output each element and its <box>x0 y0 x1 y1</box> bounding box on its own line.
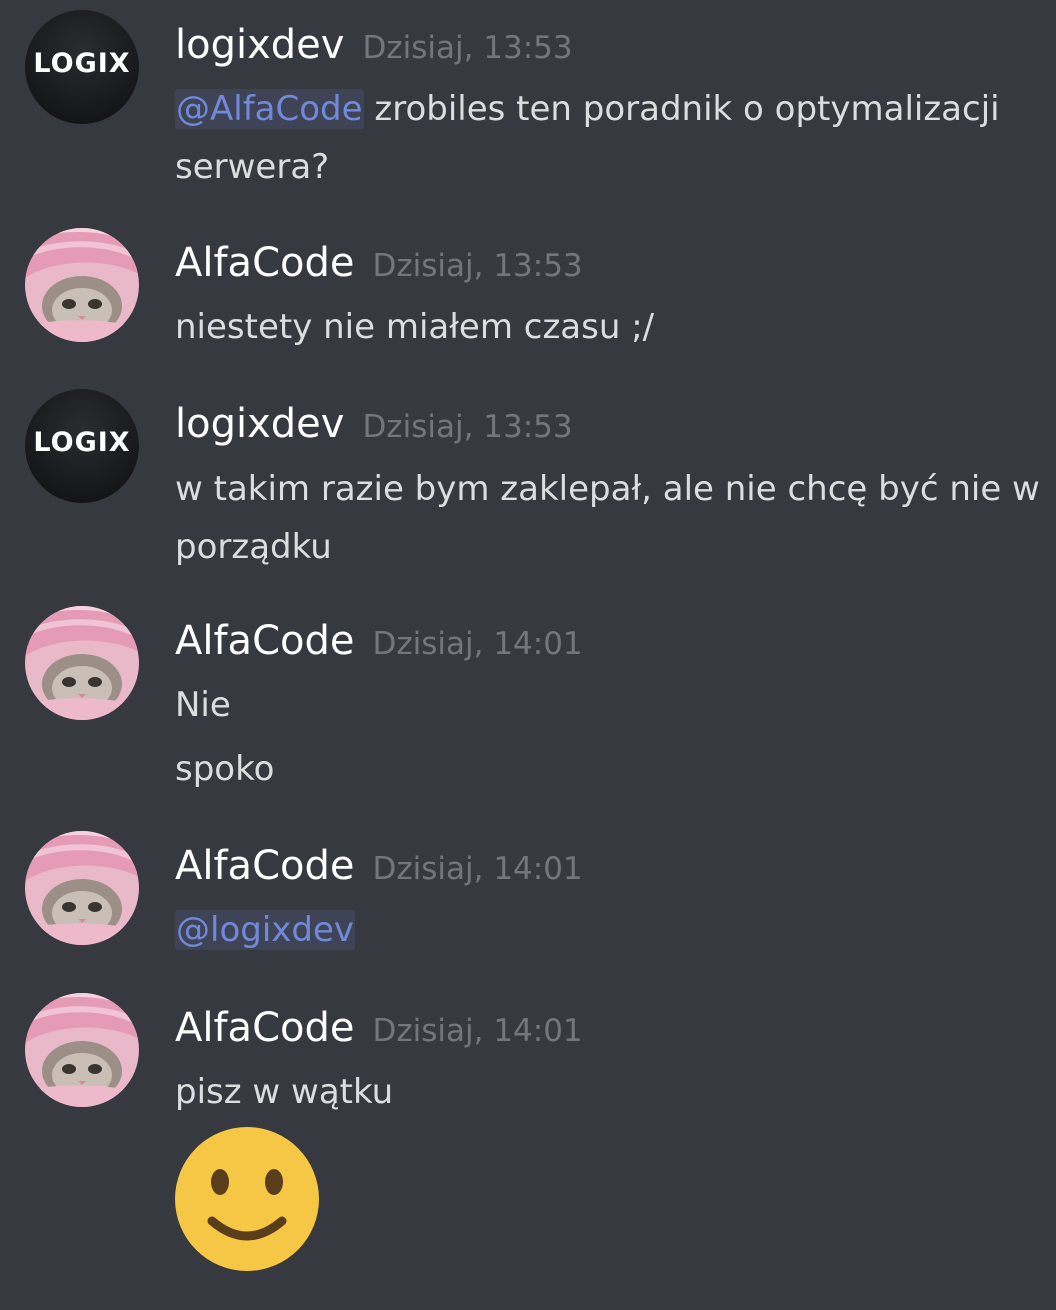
username[interactable]: logixdev <box>175 401 344 447</box>
timestamp: Dzisiaj, 14:01 <box>372 1013 583 1049</box>
avatar[interactable] <box>25 831 139 945</box>
kitten-icon <box>25 228 139 342</box>
kitten-icon <box>25 606 139 720</box>
avatar[interactable] <box>25 228 139 342</box>
logix-logo-icon: LOGIX <box>33 427 131 458</box>
slightly-smiling-face-icon[interactable] <box>175 1127 319 1271</box>
timestamp: Dzisiaj, 13:53 <box>372 248 583 284</box>
message-text: porządku <box>175 527 332 567</box>
timestamp: Dzisiaj, 13:53 <box>362 409 573 445</box>
message-header: logixdev Dzisiaj, 13:53 <box>175 401 573 447</box>
user-mention[interactable]: @AlfaCode <box>175 89 364 129</box>
logix-logo-icon: LOGIX <box>33 48 131 79</box>
username[interactable]: logixdev <box>175 22 344 68</box>
message-text: w takim razie bym zaklepał, ale nie chcę… <box>175 469 1040 509</box>
timestamp: Dzisiaj, 14:01 <box>372 851 583 887</box>
username[interactable]: AlfaCode <box>175 240 354 286</box>
message-header: AlfaCode Dzisiaj, 13:53 <box>175 240 583 286</box>
kitten-icon <box>25 993 139 1107</box>
message-header: AlfaCode Dzisiaj, 14:01 <box>175 1005 583 1051</box>
chat-message-list: LOGIX logixdev Dzisiaj, 13:53 @AlfaCode z… <box>0 0 1056 1310</box>
message-line: @logixdev <box>175 901 356 959</box>
timestamp: Dzisiaj, 14:01 <box>372 626 583 662</box>
username[interactable]: AlfaCode <box>175 1005 354 1051</box>
message-text: spoko <box>175 749 275 789</box>
avatar[interactable]: LOGIX <box>25 389 139 503</box>
user-mention[interactable]: @logixdev <box>175 910 356 950</box>
message-text: Nie <box>175 685 231 725</box>
message-line: spoko <box>175 740 274 798</box>
kitten-icon <box>25 831 139 945</box>
message-line: @AlfaCode zrobiles ten poradnik o optyma… <box>175 80 1000 138</box>
message-line: serwera? <box>175 138 329 196</box>
message-line: pisz w wątku <box>175 1063 393 1121</box>
message-line: Nie <box>175 676 231 734</box>
message-header: AlfaCode Dzisiaj, 14:01 <box>175 843 583 889</box>
message-text: pisz w wątku <box>175 1072 394 1112</box>
message-header: logixdev Dzisiaj, 13:53 <box>175 22 573 68</box>
timestamp: Dzisiaj, 13:53 <box>362 30 573 66</box>
message-text: zrobiles ten poradnik o optymalizacji <box>363 89 1000 129</box>
message-line: porządku <box>175 518 332 576</box>
username[interactable]: AlfaCode <box>175 618 354 664</box>
avatar[interactable] <box>25 993 139 1107</box>
message-line: w takim razie bym zaklepał, ale nie chcę… <box>175 460 1040 518</box>
avatar[interactable] <box>25 606 139 720</box>
message-line: niestety nie miałem czasu ;/ <box>175 298 654 356</box>
avatar[interactable]: LOGIX <box>25 10 139 124</box>
message-text: serwera? <box>175 147 330 187</box>
message-text: niestety nie miałem czasu ;/ <box>175 307 655 347</box>
message-header: AlfaCode Dzisiaj, 14:01 <box>175 618 583 664</box>
username[interactable]: AlfaCode <box>175 843 354 889</box>
